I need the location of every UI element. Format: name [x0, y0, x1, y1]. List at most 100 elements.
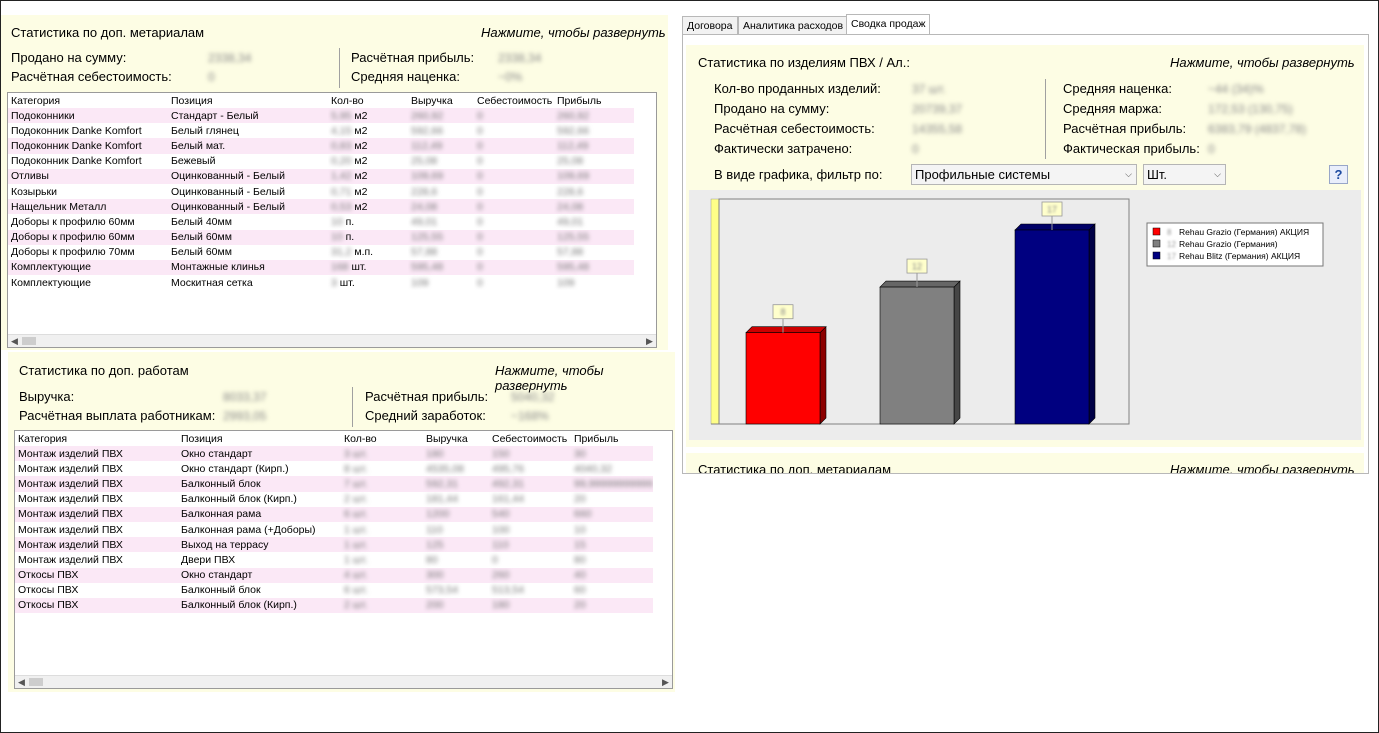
table-cell: 260 [489, 567, 571, 583]
table-cell: 592,31 [423, 476, 489, 492]
column-header[interactable]: Категория [8, 93, 168, 108]
table-cell: Отливы [8, 168, 168, 184]
table-row[interactable]: Доборы к профилю 60мм Белый 40мм 10 п. 49,0… [8, 214, 634, 230]
masked-value: 109,69 [557, 170, 590, 183]
table-row[interactable]: Комплектующие Москитная сетка 3 шт. 109 0 109 [8, 275, 634, 291]
table-cell: 1 шт. [341, 552, 423, 568]
table-row[interactable]: Нащельник Металл Оцинкованный - Белый 0,53… [8, 199, 634, 215]
bar-top [745, 326, 827, 334]
table-row[interactable]: Монтаж изделий ПВХ Балконная рама (+Добор… [15, 521, 653, 538]
bar-side [1088, 223, 1096, 425]
scroll-thumb[interactable] [22, 337, 36, 345]
work-salary-value: ~168% [511, 409, 549, 423]
table-cell: 10 п. [328, 214, 408, 230]
table-row[interactable]: Монтаж изделий ПВХ Двери ПВХ 1 шт. 80 0 80 [15, 552, 653, 568]
table-cell: 40 [571, 567, 653, 583]
column-header[interactable]: Позиция [168, 93, 328, 108]
masked-value: 592,66 [557, 124, 590, 137]
table-cell: 125,55 [554, 229, 634, 245]
table-row[interactable]: Монтаж изделий ПВХ Балконная рама 6 шт. 120… [15, 506, 653, 522]
pvc-expand-link[interactable]: Нажмите, чтобы развернуть [1170, 55, 1355, 70]
chevron-down-icon: ⌵ [1214, 169, 1221, 179]
materials-expand-link[interactable]: Нажмите, чтобы развернуть [481, 25, 666, 40]
masked-value: 1,42 [331, 170, 352, 183]
table-cell: Монтаж изделий ПВХ [15, 461, 178, 477]
table-cell: Подоконники [8, 108, 168, 124]
table-row[interactable]: Откосы ПВХ Балконный блок (Кирп.) 2 шт. 200… [15, 597, 653, 614]
tab-expense-analytics[interactable]: Аналитика расходов [738, 16, 849, 35]
table-cell: Белый 60мм [168, 244, 328, 260]
masked-value: 125 [426, 538, 444, 551]
table-cell: 540 [489, 506, 571, 522]
table-row[interactable]: Отливы Оцинкованный - Белый 1,42 м2 109,69 0… [8, 168, 634, 184]
column-header[interactable]: Выручка [423, 431, 489, 446]
materials-panel: Статистика по доп. метариалам Нажмите, ч… [1, 15, 668, 350]
column-header[interactable]: Категория [15, 431, 178, 446]
chart-filter-value: Профильные системы [915, 167, 1051, 182]
column-header[interactable]: Себестоимость [474, 93, 554, 108]
pvc-markup-label: Средняя наценка: [1063, 81, 1172, 96]
work-hscrollbar[interactable]: ◀ ▶ [15, 675, 672, 688]
table-row[interactable]: Комплектующие Монтажные клинья 168 шт. 595,… [8, 259, 634, 276]
table-row[interactable]: Подоконники Стандарт - Белый 5,95 м2 260,92… [8, 108, 634, 124]
scroll-right-icon[interactable]: ▶ [643, 335, 656, 347]
table-cell: Подоконник Danke Komfort [8, 153, 168, 169]
unit-select[interactable]: Шт. ⌵ [1143, 164, 1226, 185]
table-row[interactable]: Подоконник Danke Komfort Белый мат. 0,83 м… [8, 138, 634, 154]
table-cell: Козырьки [8, 183, 168, 200]
table-cell: Монтаж изделий ПВХ [15, 506, 178, 522]
table-cell: 0 [474, 275, 554, 291]
table-row[interactable]: Монтаж изделий ПВХ Балконный блок (Кирп.)… [15, 491, 653, 507]
table-row[interactable]: Козырьки Оцинкованный - Белый 0,71 м2 228,6… [8, 183, 634, 200]
bar-side [819, 325, 827, 425]
table-cell: Оцинкованный - Белый [168, 183, 328, 200]
masked-value: 492,31 [492, 477, 525, 490]
table-row[interactable]: Откосы ПВХ Балконный блок 6 шт. 573,54 513,5… [15, 582, 653, 598]
materials-table[interactable]: Категория Позиция Кол-во Выручка Себестоимос… [7, 92, 657, 348]
column-header[interactable]: Себестоимость [489, 431, 571, 446]
table-cell: 4,15 м2 [328, 123, 408, 139]
column-header[interactable]: Позиция [178, 431, 341, 446]
column-header[interactable]: Прибыль [571, 431, 653, 446]
scroll-left-icon[interactable]: ◀ [15, 676, 28, 688]
table-row[interactable]: Доборы к профилю 60мм Белый 60мм 10 п. 125,… [8, 229, 634, 245]
scroll-right-icon[interactable]: ▶ [659, 676, 672, 688]
table-row[interactable]: Монтаж изделий ПВХ Выход на террасу 1 шт. 1… [15, 537, 653, 553]
table-cell: Балконный блок (Кирп.) [178, 597, 341, 614]
table-cell: 15 [571, 537, 653, 553]
tab-sales-summary[interactable]: Сводка продаж [846, 14, 931, 35]
table-row[interactable]: Подоконник Danke Komfort Белый глянец 4,15… [8, 123, 634, 139]
table-row[interactable]: Откосы ПВХ Окно стандарт 4 шт. 300 260 40 [15, 567, 653, 583]
table-row[interactable]: Монтаж изделий ПВХ Окно стандарт (Кирп.) 8… [15, 461, 653, 477]
unit-text: п. [342, 231, 355, 244]
table-row[interactable]: Доборы к профилю 70мм Белый 60мм 31,2 м.п.… [8, 244, 634, 260]
scroll-thumb[interactable] [29, 678, 43, 686]
table-cell: Двери ПВХ [178, 552, 341, 568]
help-button[interactable]: ? [1329, 165, 1348, 184]
bar [879, 286, 955, 425]
column-header[interactable]: Прибыль [554, 93, 634, 108]
table-row[interactable]: Монтаж изделий ПВХ Окно стандарт 3 шт. 180 1… [15, 446, 653, 462]
bottom-materials-expand-link[interactable]: Нажмите, чтобы развернуть [1170, 462, 1355, 473]
masked-value: 20 [574, 599, 586, 612]
tab-contracts[interactable]: Договора [682, 16, 738, 35]
work-expand-link[interactable]: Нажмите, чтобы развернуть [495, 363, 675, 393]
column-header[interactable]: Кол-во [328, 93, 408, 108]
chart-filter-select[interactable]: Профильные системы ⌵ [911, 164, 1137, 185]
table-row[interactable]: Подоконник Danke Komfort Бежевый 0,20 м2 25… [8, 153, 634, 169]
table-cell: Монтажные клинья [168, 259, 328, 276]
scroll-left-icon[interactable]: ◀ [8, 335, 21, 347]
masked-value: 0 [477, 276, 483, 289]
masked-value: 495,76 [492, 462, 525, 475]
work-table[interactable]: Категория Позиция Кол-во Выручка Себестоимос… [14, 430, 673, 689]
materials-hscrollbar[interactable]: ◀ ▶ [8, 334, 656, 347]
column-header[interactable]: Кол-во [341, 431, 423, 446]
masked-value: 30 [574, 447, 586, 460]
table-cell: 0 [474, 168, 554, 184]
table-cell: 99,99999999999 [571, 476, 653, 492]
column-header[interactable]: Выручка [408, 93, 474, 108]
table-cell: 161,44 [489, 491, 571, 507]
table-row[interactable]: Монтаж изделий ПВХ Балконный блок 7 шт. 592… [15, 476, 653, 492]
masked-value: 110 [492, 538, 509, 551]
table-cell: 200 [423, 597, 489, 614]
